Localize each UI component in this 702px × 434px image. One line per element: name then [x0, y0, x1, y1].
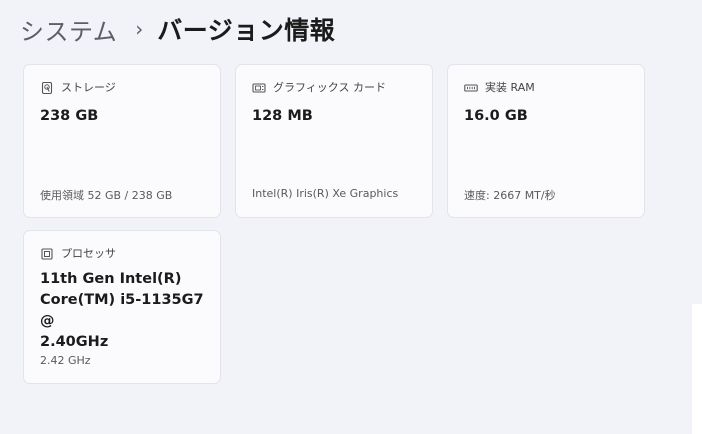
storage-drive-icon	[40, 80, 54, 95]
processor-name-line-3: 2.40GHz	[40, 334, 109, 350]
processor-card-clock: 2.42 GHz	[40, 354, 91, 367]
graphics-card-header: グラフィックス カード	[252, 79, 386, 95]
graphics-card: グラフィックス カード 128 MB Intel(R) Iris(R) Xe G…	[235, 64, 433, 218]
page-title: バージョン情報	[157, 16, 336, 45]
processor-name-line-2: Core(TM) i5-1135G7 @	[40, 292, 204, 329]
ram-card: 実装 RAM 16.0 GB 速度: 2667 MT/秒	[447, 64, 645, 218]
graphics-card-value: 128 MB	[252, 108, 313, 124]
processor-card: プロセッサ 11th Gen Intel(R) Core(TM) i5-1135…	[23, 230, 221, 384]
breadcrumb-system-link[interactable]: システム	[20, 12, 117, 47]
memory-icon	[464, 80, 478, 94]
graphics-card-model: Intel(R) Iris(R) Xe Graphics	[252, 187, 399, 200]
ram-card-header: 実装 RAM	[464, 79, 535, 95]
processor-icon	[40, 246, 54, 260]
storage-card-header: ストレージ	[40, 79, 116, 95]
breadcrumb: システム › バージョン情報	[20, 9, 335, 49]
ram-card-title: 実装 RAM	[485, 81, 535, 94]
processor-card-title: プロセッサ	[61, 247, 116, 260]
breadcrumb-chevron-icon: ›	[135, 17, 144, 41]
window-edge-strip	[692, 304, 702, 434]
ram-card-value: 16.0 GB	[464, 108, 528, 124]
processor-name-line-1: 11th Gen Intel(R)	[40, 271, 182, 287]
ram-card-speed: 速度: 2667 MT/秒	[464, 189, 556, 202]
graphics-card-title: グラフィックス カード	[273, 81, 386, 94]
graphics-card-icon	[252, 80, 266, 94]
storage-card-title: ストレージ	[61, 81, 116, 94]
processor-card-header: プロセッサ	[40, 245, 116, 261]
storage-card: ストレージ 238 GB 使用領域 52 GB / 238 GB	[23, 64, 221, 218]
storage-card-usage: 使用領域 52 GB / 238 GB	[40, 189, 173, 202]
storage-card-value: 238 GB	[40, 108, 99, 124]
processor-card-value: 11th Gen Intel(R) Core(TM) i5-1135G7 @ 2…	[40, 269, 220, 353]
